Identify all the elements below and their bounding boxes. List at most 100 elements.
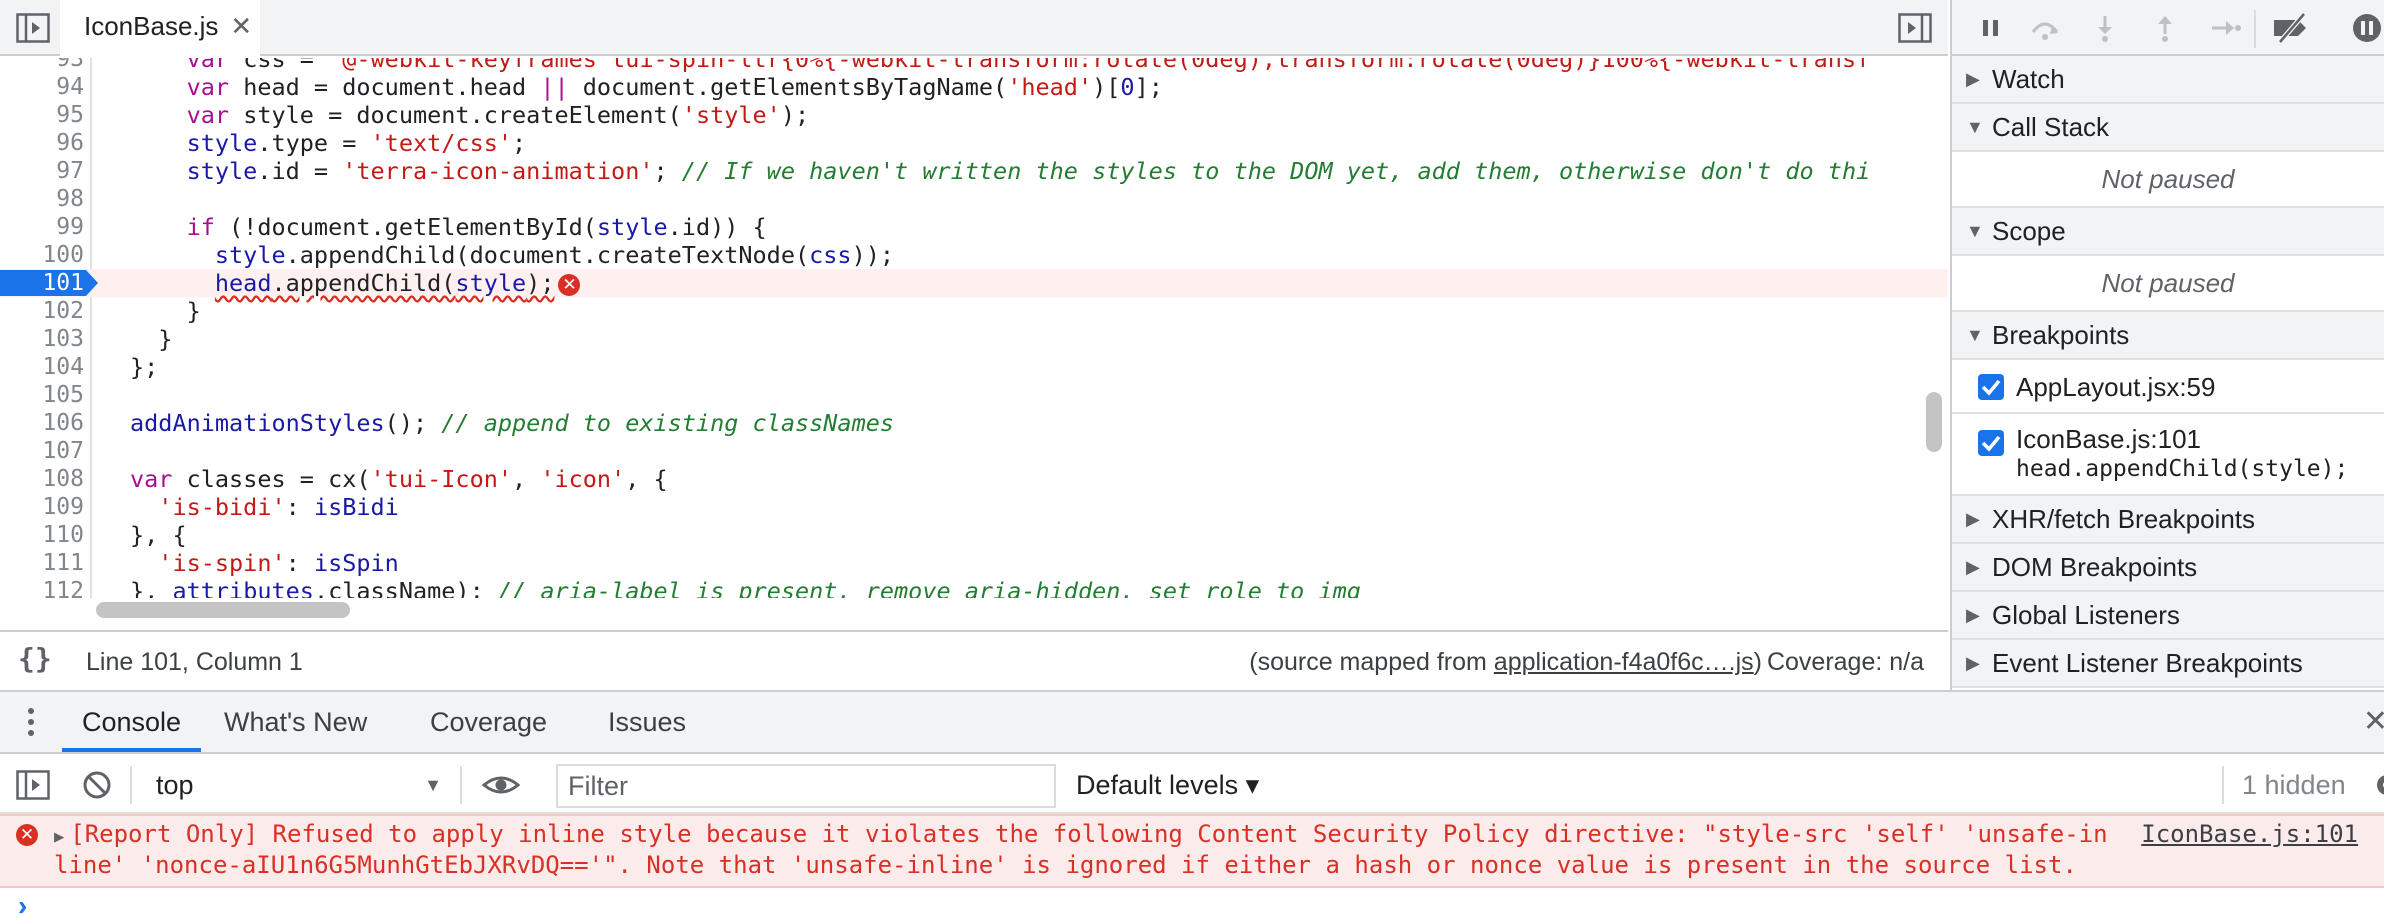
console-settings-gear-icon[interactable] bbox=[2370, 769, 2384, 801]
line-number[interactable]: 98 bbox=[0, 185, 84, 213]
execution-context-select[interactable]: top ▼ bbox=[136, 764, 442, 806]
code-line[interactable]: 111 'is-spin': isSpin bbox=[0, 549, 1948, 577]
line-number[interactable]: 97 bbox=[0, 157, 84, 185]
scope-section[interactable]: ▼ Scope bbox=[1952, 208, 2384, 256]
line-number[interactable]: 101 bbox=[0, 269, 84, 297]
code-line[interactable]: 105 bbox=[0, 381, 1948, 409]
error-text: ▶ [Report Only] Refused to apply inline s… bbox=[54, 820, 2114, 879]
xhr-breakpoints-section[interactable]: ▶ XHR/fetch Breakpoints bbox=[1952, 496, 2384, 544]
breakpoint-location: IconBase.js:101 bbox=[2016, 424, 2202, 454]
line-number[interactable]: 103 bbox=[0, 325, 84, 353]
section-title: DOM Breakpoints bbox=[1992, 551, 2198, 582]
code-line[interactable]: 93 var css = '@-webkit-keyframes tui-spi… bbox=[0, 58, 1948, 73]
line-number[interactable]: 112 bbox=[0, 577, 84, 598]
line-number[interactable]: 109 bbox=[0, 493, 84, 521]
console-error-message[interactable]: ✕ ▶ [Report Only] Refused to apply inline… bbox=[0, 814, 2384, 888]
console-prompt[interactable]: › bbox=[18, 890, 27, 918]
show-navigator-icon[interactable] bbox=[16, 13, 50, 43]
expand-arrow-icon: ▶ bbox=[1966, 652, 1980, 673]
code-line[interactable]: 100 style.appendChild(document.createTex… bbox=[0, 241, 1948, 269]
code-view[interactable]: 93 var css = '@-webkit-keyframes tui-spi… bbox=[0, 58, 1948, 598]
code-line[interactable]: 103 } bbox=[0, 325, 1948, 353]
code-line[interactable]: 106 addAnimationStyles(); // append to ex… bbox=[0, 409, 1948, 437]
tab-iconbase-js[interactable]: IconBase.js ✕ bbox=[60, 0, 260, 56]
breakpoint-code: head.appendChild(style); bbox=[2016, 456, 2349, 482]
code-line[interactable]: 107 bbox=[0, 437, 1948, 465]
code-line[interactable]: 96 style.type = 'text/css'; bbox=[0, 129, 1948, 157]
step-out-icon[interactable] bbox=[2148, 12, 2182, 44]
line-number[interactable]: 96 bbox=[0, 129, 84, 157]
console-filter-input[interactable] bbox=[556, 764, 1056, 808]
cursor-position: Line 101, Column 1 bbox=[86, 648, 303, 676]
line-number[interactable]: 106 bbox=[0, 409, 84, 437]
code-line[interactable]: 99 if (!document.getElementById(style.id… bbox=[0, 213, 1948, 241]
code-line[interactable]: 97 style.id = 'terra-icon-animation'; //… bbox=[0, 157, 1948, 185]
code-line[interactable]: 102 } bbox=[0, 297, 1948, 325]
line-number[interactable]: 108 bbox=[0, 465, 84, 493]
step-icon[interactable] bbox=[2208, 12, 2242, 44]
line-number[interactable]: 102 bbox=[0, 297, 84, 325]
tab-whats-new[interactable]: What's New bbox=[204, 692, 387, 752]
call-stack-section[interactable]: ▼ Call Stack bbox=[1952, 104, 2384, 152]
code-line[interactable]: 110}, { bbox=[0, 521, 1948, 549]
dom-breakpoints-section[interactable]: ▶ DOM Breakpoints bbox=[1952, 544, 2384, 592]
breakpoint-item[interactable]: AppLayout.jsx:59 bbox=[1952, 360, 2384, 414]
mapped-suffix: ) bbox=[1753, 648, 1762, 676]
code-line[interactable]: 94 var head = document.head || document.… bbox=[0, 73, 1948, 101]
code-line[interactable]: 112}, attributes.className); // aria-lab… bbox=[0, 577, 1948, 598]
code-line[interactable]: 109 'is-bidi': isBidi bbox=[0, 493, 1948, 521]
step-into-icon[interactable] bbox=[2088, 12, 2122, 44]
line-number[interactable]: 104 bbox=[0, 353, 84, 381]
code-text: }; bbox=[130, 353, 159, 381]
code-line[interactable]: 101 head.appendChild(style); ✕ bbox=[0, 269, 1948, 297]
vertical-scrollbar[interactable] bbox=[1926, 392, 1942, 452]
line-number[interactable]: 93 bbox=[0, 58, 84, 73]
code-text: var css = '@-webkit-keyframes tui-spin-l… bbox=[186, 58, 1871, 73]
show-debugger-icon[interactable] bbox=[1898, 13, 1932, 43]
line-number[interactable]: 100 bbox=[0, 241, 84, 269]
line-number[interactable]: 110 bbox=[0, 521, 84, 549]
collapse-arrow-icon: ▼ bbox=[1966, 220, 1984, 241]
section-title: Watch bbox=[1992, 63, 2065, 94]
breakpoint-location: AppLayout.jsx:59 bbox=[2016, 372, 2216, 402]
clear-console-icon[interactable] bbox=[80, 769, 114, 801]
close-drawer-icon[interactable]: ✕ bbox=[2363, 704, 2384, 739]
line-number[interactable]: 105 bbox=[0, 381, 84, 409]
source-map-link[interactable]: application-f4a0f6c….js bbox=[1494, 648, 1754, 676]
line-number[interactable]: 111 bbox=[0, 549, 84, 577]
tab-console[interactable]: Console bbox=[62, 692, 202, 752]
line-number[interactable]: 107 bbox=[0, 437, 84, 465]
live-expression-eye-icon[interactable] bbox=[482, 769, 520, 801]
pause-on-exceptions-icon[interactable] bbox=[2350, 12, 2384, 44]
toolbar-separator bbox=[130, 766, 132, 804]
line-number[interactable]: 94 bbox=[0, 73, 84, 101]
breakpoint-checkbox[interactable] bbox=[1978, 374, 2004, 400]
code-line[interactable]: 108 var classes = cx('tui-Icon', 'icon', … bbox=[0, 465, 1948, 493]
expand-triangle-icon[interactable]: ▶ bbox=[54, 827, 64, 847]
pretty-print-button[interactable]: {} bbox=[18, 642, 52, 675]
more-tools-icon[interactable] bbox=[26, 706, 36, 738]
event-listener-breakpoints-section[interactable]: ▶ Event Listener Breakpoints bbox=[1952, 640, 2384, 688]
code-line[interactable]: 95 var style = document.createElement('s… bbox=[0, 101, 1948, 129]
breakpoint-checkbox[interactable] bbox=[1978, 430, 2004, 456]
line-number[interactable]: 99 bbox=[0, 213, 84, 241]
log-levels-dropdown[interactable]: Default levels ▾ bbox=[1076, 764, 1259, 806]
breakpoint-item[interactable]: IconBase.js:101 head.appendChild(style); bbox=[1952, 414, 2384, 496]
horizontal-scrollbar[interactable] bbox=[96, 602, 350, 618]
pause-icon[interactable] bbox=[1974, 12, 2008, 44]
code-line[interactable]: 104}; bbox=[0, 353, 1948, 381]
tab-coverage[interactable]: Coverage bbox=[410, 692, 567, 752]
tab-issues[interactable]: Issues bbox=[588, 692, 706, 752]
code-line[interactable]: 98 bbox=[0, 185, 1948, 213]
line-number[interactable]: 95 bbox=[0, 101, 84, 129]
console-toolbar: top ▼ Default levels ▾ 1 hidden bbox=[0, 756, 2384, 814]
breakpoints-section[interactable]: ▼ Breakpoints bbox=[1952, 312, 2384, 360]
step-over-icon[interactable] bbox=[2028, 12, 2062, 44]
global-listeners-section[interactable]: ▶ Global Listeners bbox=[1952, 592, 2384, 640]
deactivate-breakpoints-icon[interactable] bbox=[2270, 12, 2312, 44]
show-console-sidebar-icon[interactable] bbox=[16, 769, 50, 801]
error-source-link[interactable]: IconBase.js:101 bbox=[2141, 820, 2358, 848]
watch-section[interactable]: ▶ Watch bbox=[1952, 56, 2384, 104]
close-tab-icon[interactable]: ✕ bbox=[230, 11, 252, 42]
toolbar-separator bbox=[2222, 766, 2224, 804]
